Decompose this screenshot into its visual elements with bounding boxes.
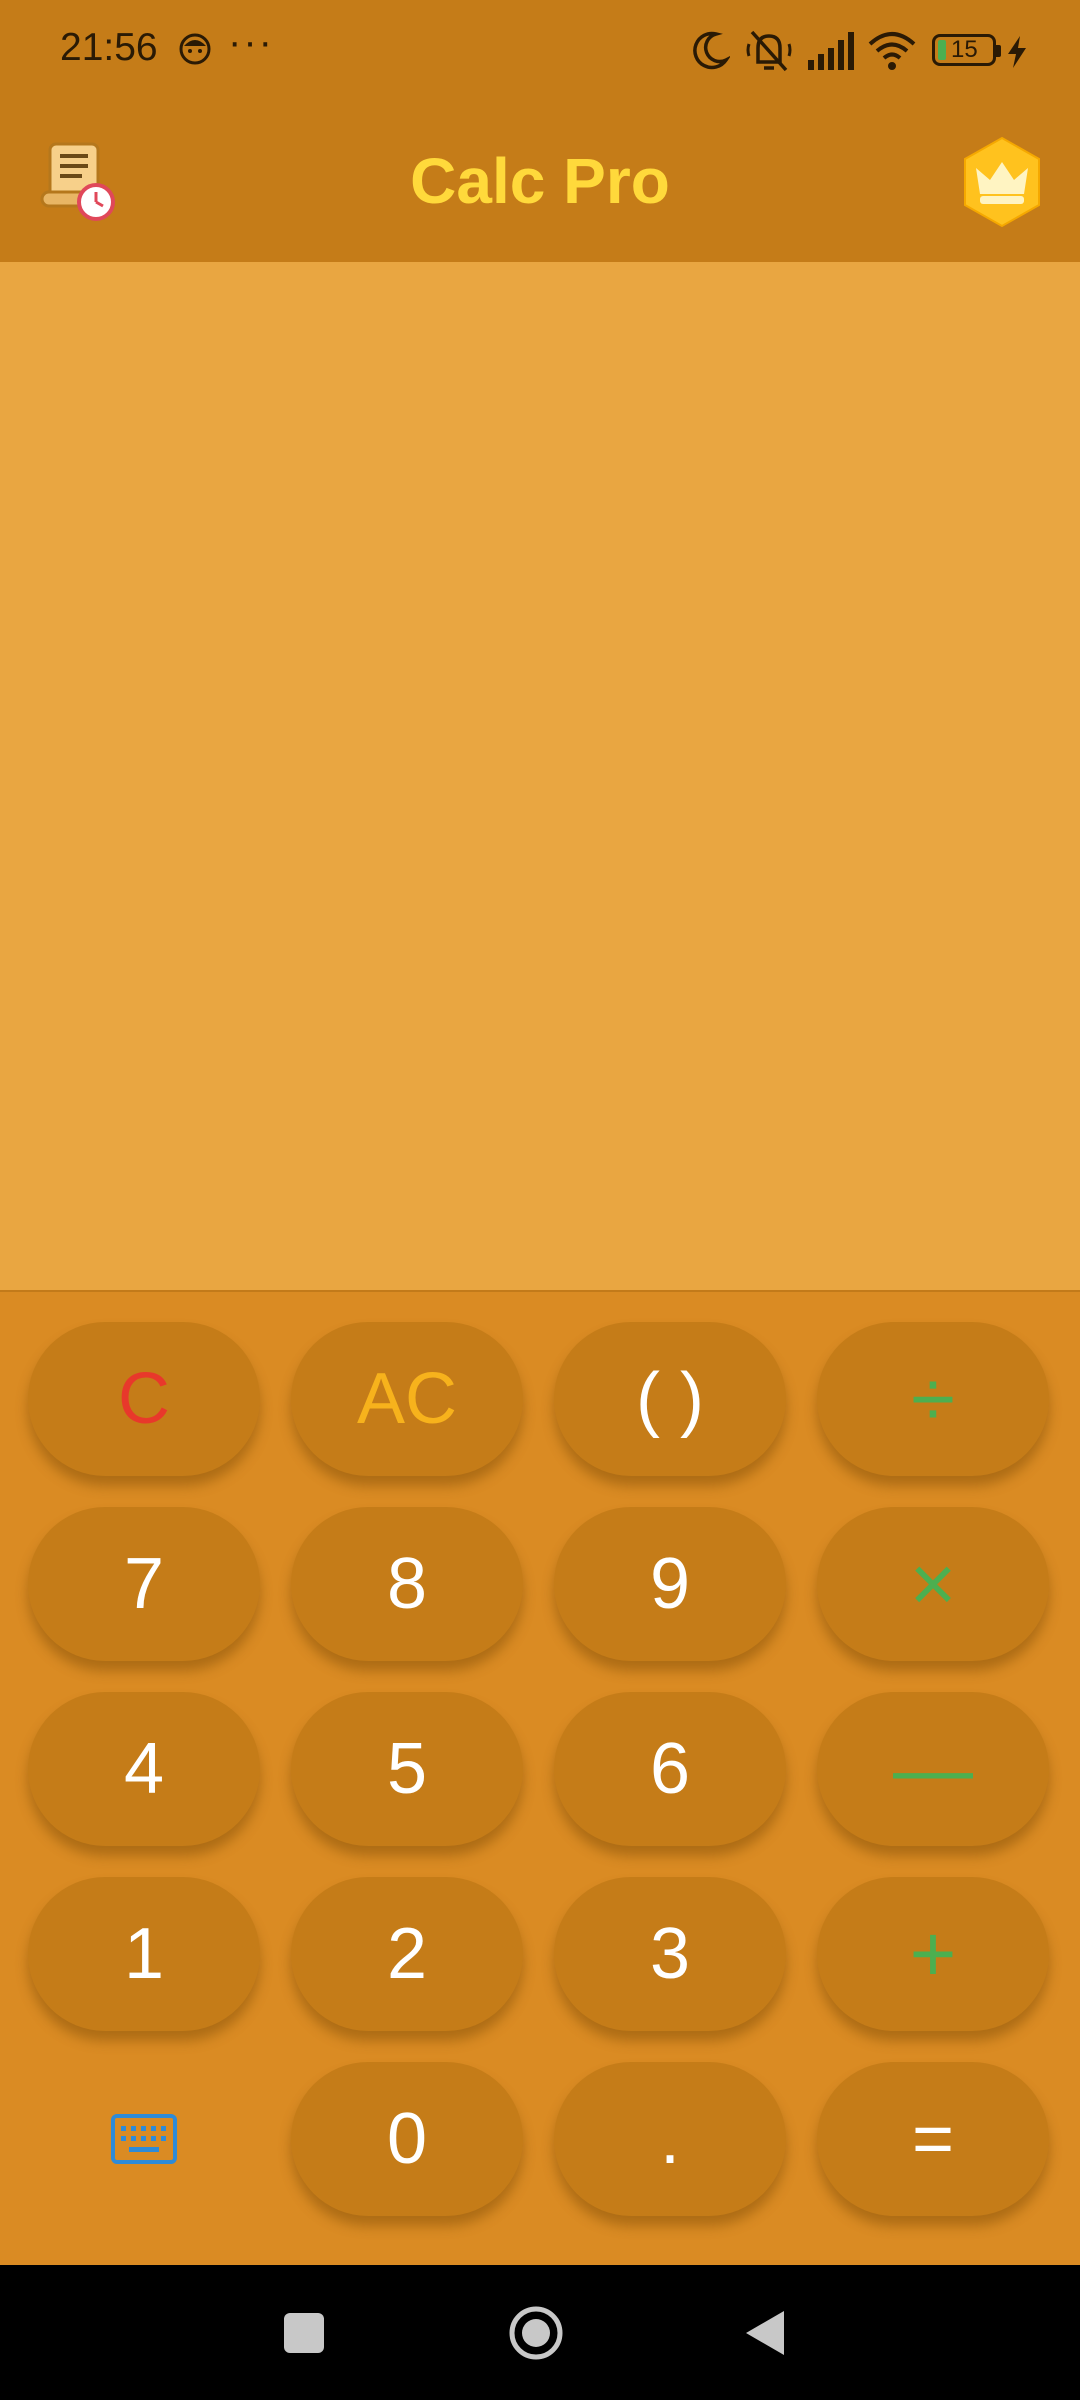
premium-button[interactable] — [962, 136, 1042, 228]
status-icons: 15 — [660, 0, 1080, 104]
digit-9-button[interactable]: 9 — [554, 1507, 786, 1661]
status-time: 21:56 — [60, 26, 158, 69]
keypad: C AC ( ) ÷ 7 8 9 × 4 5 6 — 1 2 3 + 0 . = — [0, 1290, 1080, 2267]
digit-7-button[interactable]: 7 — [28, 1507, 260, 1661]
display-area — [0, 262, 1080, 1290]
more-notifications-icon: ··· — [228, 20, 274, 64]
charging-bolt-icon — [1008, 36, 1026, 68]
status-bar: 21:56 ··· 15 — [0, 0, 1080, 104]
digit-4-button[interactable]: 4 — [28, 1692, 260, 1846]
divide-button[interactable]: ÷ — [817, 1322, 1049, 1476]
all-clear-button[interactable]: AC — [291, 1322, 523, 1476]
digit-5-button[interactable]: 5 — [291, 1692, 523, 1846]
signal-icon — [808, 32, 854, 70]
keyboard-icon — [111, 2114, 177, 2164]
digit-8-button[interactable]: 8 — [291, 1507, 523, 1661]
digit-1-button[interactable]: 1 — [28, 1877, 260, 2031]
digit-6-button[interactable]: 6 — [554, 1692, 786, 1846]
back-button[interactable] — [744, 2309, 786, 2357]
clear-button[interactable]: C — [28, 1322, 260, 1476]
muted-bell-icon — [746, 30, 792, 72]
notification-face-icon — [179, 33, 211, 65]
dnd-moon-icon — [693, 31, 730, 70]
app-title: Calc Pro — [410, 145, 670, 217]
equals-button[interactable]: = — [817, 2062, 1049, 2216]
subtract-button[interactable]: — — [817, 1692, 1049, 1846]
add-button[interactable]: + — [817, 1877, 1049, 2031]
digit-0-button[interactable]: 0 — [291, 2062, 523, 2216]
battery-level: 15 — [951, 36, 978, 63]
keyboard-button[interactable] — [28, 2062, 260, 2216]
home-button[interactable] — [508, 2305, 564, 2361]
recents-button[interactable] — [284, 2313, 324, 2353]
decimal-button[interactable]: . — [554, 2062, 786, 2216]
system-nav-bar — [0, 2265, 1080, 2400]
digit-2-button[interactable]: 2 — [291, 1877, 523, 2031]
battery-icon: 15 — [932, 34, 1001, 66]
crown-hexagon-icon — [964, 136, 1040, 228]
parentheses-button[interactable]: ( ) — [554, 1322, 786, 1476]
digit-3-button[interactable]: 3 — [554, 1877, 786, 2031]
multiply-button[interactable]: × — [817, 1507, 1049, 1661]
app-bar: Calc Pro — [0, 104, 1080, 262]
wifi-icon — [868, 32, 916, 70]
